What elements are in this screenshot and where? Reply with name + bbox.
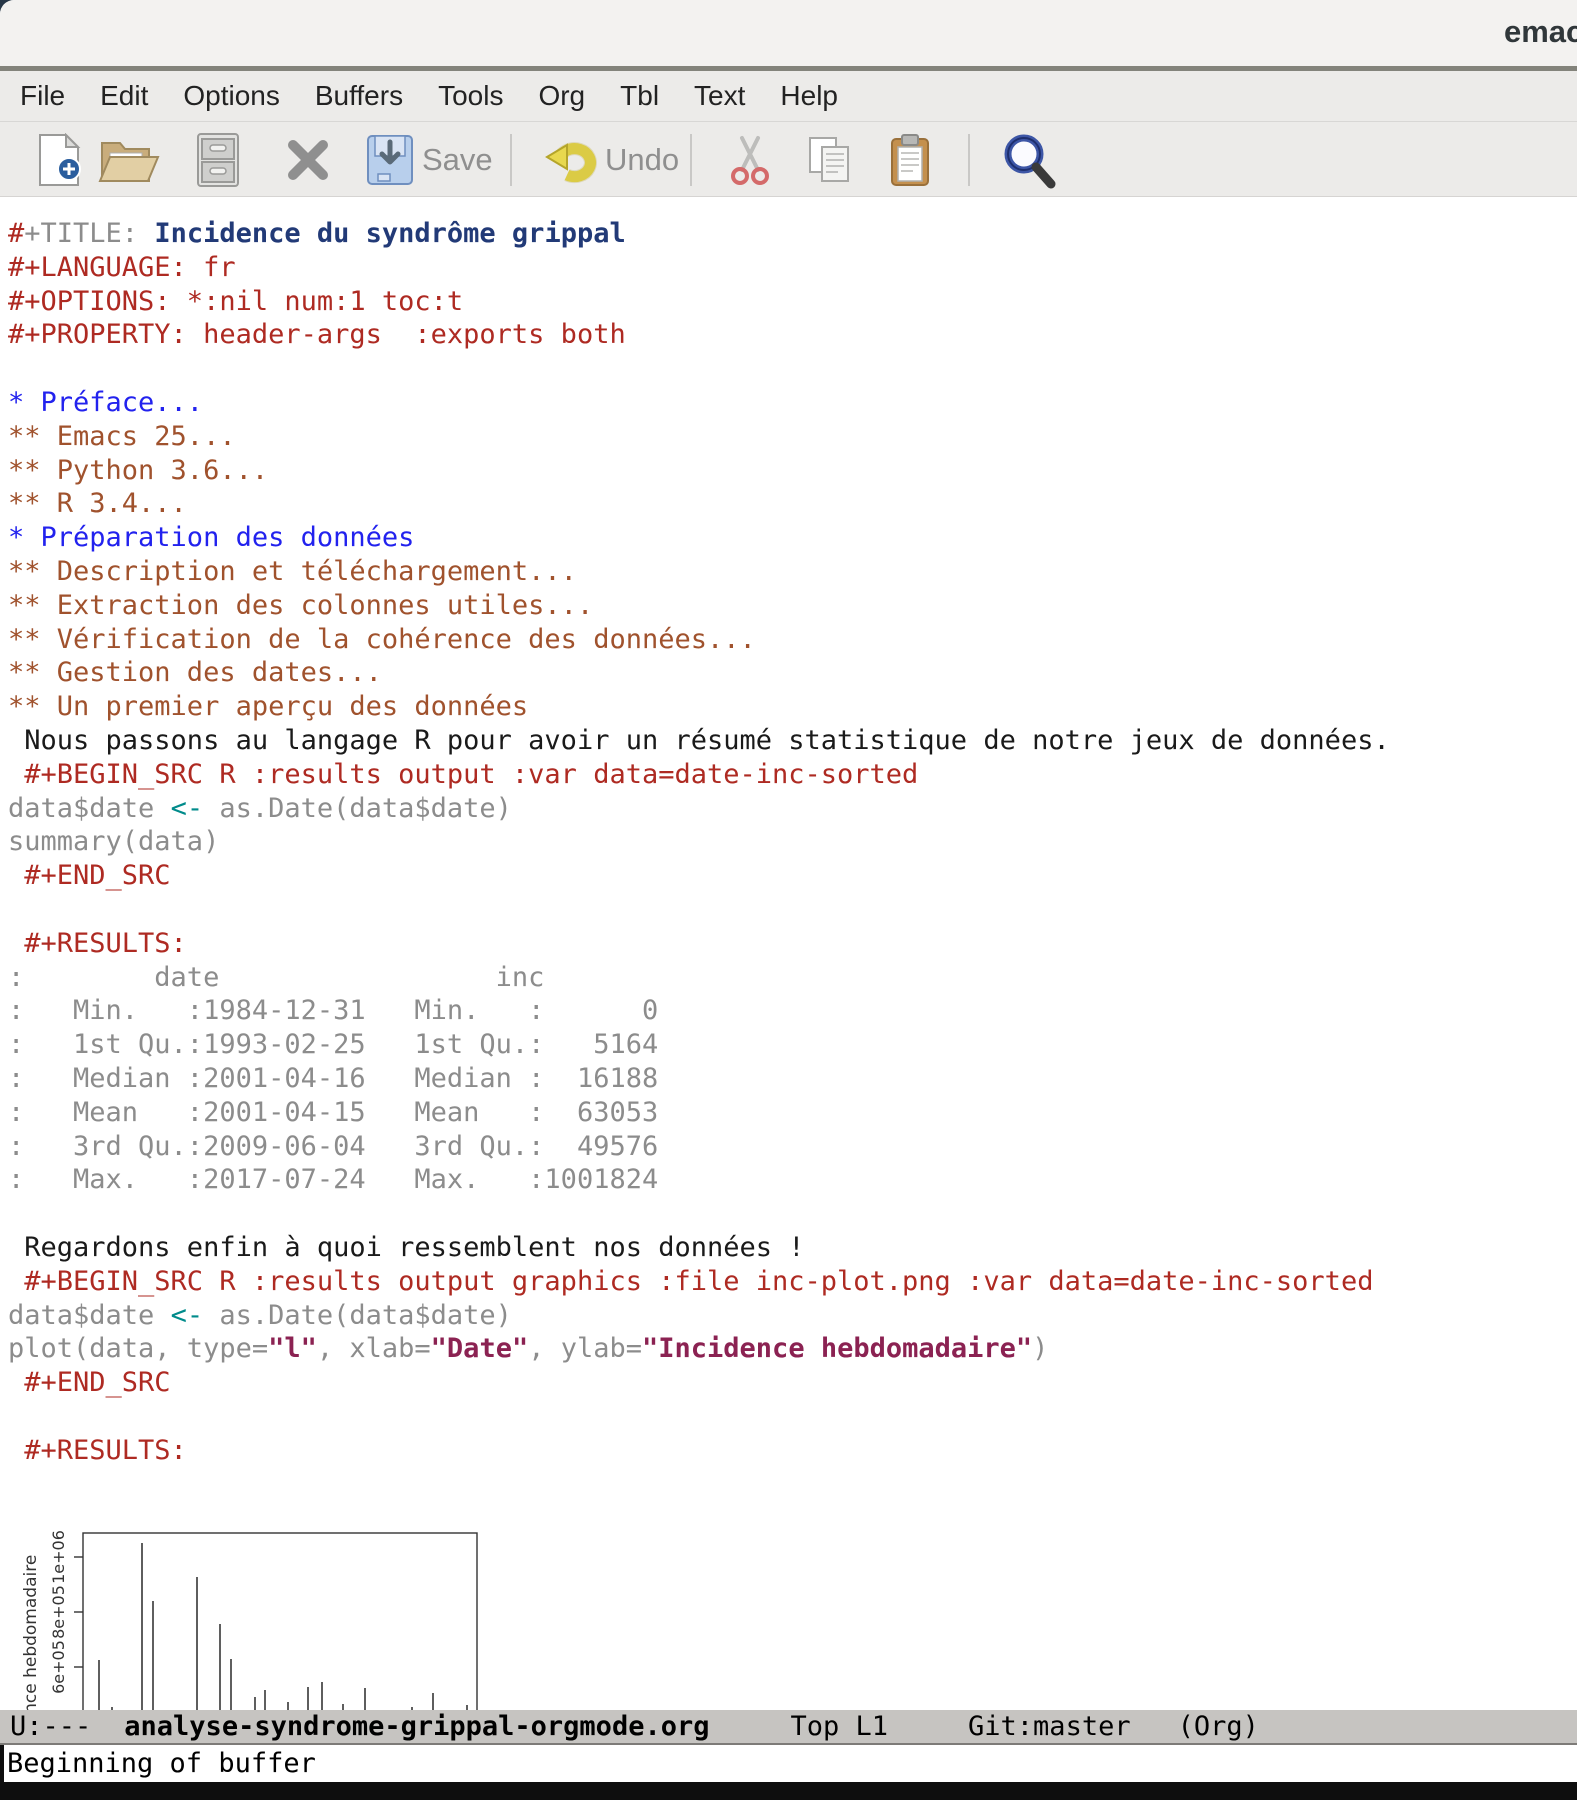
menu-edit[interactable]: Edit bbox=[100, 80, 148, 112]
buffer-line: #+END_SRC bbox=[8, 1366, 1390, 1400]
buffer-line: Regardons enfin à quoi ressemblent nos d… bbox=[8, 1231, 1390, 1265]
buffer-line: #+PROPERTY: header-args :exports both bbox=[8, 318, 1390, 352]
buffer-line: ** Un premier aperçu des données bbox=[8, 690, 1390, 724]
buffer-line: summary(data) bbox=[8, 825, 1390, 859]
open-file-button[interactable] bbox=[98, 122, 162, 198]
buffer-line: : Max. :2017-07-24 Max. :1001824 bbox=[8, 1163, 1390, 1197]
close-buffer-button[interactable] bbox=[283, 122, 333, 198]
buffer-line: ** Emacs 25... bbox=[8, 420, 1390, 454]
save-button[interactable]: Save bbox=[366, 122, 493, 198]
buffer-line: : date inc bbox=[8, 961, 1390, 995]
emacs-window: emacs File Edit Options Buffers Tools Org Tbl T… bbox=[0, 0, 1577, 1782]
copy-icon bbox=[806, 134, 854, 186]
save-button-label: Save bbox=[422, 142, 493, 178]
buffer-window[interactable]: #+TITLE: Incidence du syndrôme grippal#+… bbox=[0, 197, 1577, 1710]
buffer-line: ** Vérification de la cohérence des donn… bbox=[8, 623, 1390, 657]
undo-button-label: Undo bbox=[605, 142, 679, 178]
buffer-line: Nous passons au langage R pour avoir un … bbox=[8, 724, 1390, 758]
buffer-line bbox=[8, 893, 1390, 927]
cut-icon bbox=[728, 134, 772, 186]
menu-tbl[interactable]: Tbl bbox=[620, 80, 659, 112]
buffer-line: #+END_SRC bbox=[8, 859, 1390, 893]
svg-text:1e+06: 1e+06 bbox=[49, 1530, 68, 1584]
modeline-position: Top L1 bbox=[790, 1711, 888, 1742]
buffer-line: ** Extraction des colonnes utiles... bbox=[8, 589, 1390, 623]
tool-bar: Save Undo bbox=[0, 121, 1577, 197]
new-file-icon bbox=[36, 133, 84, 187]
echo-message: Beginning of buffer bbox=[7, 1748, 316, 1779]
mode-line[interactable]: U:--- analyse-syndrome-grippal-orgmode.o… bbox=[0, 1710, 1577, 1745]
undo-icon bbox=[545, 135, 597, 185]
dired-button[interactable] bbox=[192, 122, 244, 198]
modeline-flags: U:--- bbox=[10, 1711, 91, 1742]
menu-options[interactable]: Options bbox=[183, 80, 280, 112]
buffer-text: #+TITLE: Incidence du syndrôme grippal#+… bbox=[8, 217, 1390, 1467]
buffer-line: ** Gestion des dates... bbox=[8, 656, 1390, 690]
menu-text[interactable]: Text bbox=[694, 80, 745, 112]
copy-button[interactable] bbox=[806, 122, 854, 198]
window-titlebar[interactable]: emacs bbox=[0, 0, 1577, 71]
search-button[interactable] bbox=[1000, 122, 1058, 198]
menu-help[interactable]: Help bbox=[780, 80, 838, 112]
undo-button[interactable]: Undo bbox=[545, 122, 679, 198]
svg-text:6e+05: 6e+05 bbox=[49, 1640, 68, 1694]
save-icon bbox=[366, 134, 414, 186]
buffer-line: data$date <- as.Date(data$date) bbox=[8, 1299, 1390, 1333]
modeline-major-mode[interactable]: (Org) bbox=[1178, 1711, 1259, 1742]
buffer-line: : Mean :2001-04-15 Mean : 63053 bbox=[8, 1096, 1390, 1130]
buffer-line: #+LANGUAGE: fr bbox=[8, 251, 1390, 285]
open-folder-icon bbox=[98, 135, 162, 185]
buffer-line: : Min. :1984-12-31 Min. : 0 bbox=[8, 994, 1390, 1028]
window-title: emacs bbox=[1504, 14, 1577, 50]
buffer-line: #+BEGIN_SRC R :results output graphics :… bbox=[8, 1265, 1390, 1299]
paste-button[interactable] bbox=[888, 122, 932, 198]
close-icon bbox=[283, 135, 333, 185]
file-cabinet-icon bbox=[192, 132, 244, 188]
modeline-vc-branch[interactable]: Git:master bbox=[968, 1711, 1131, 1742]
paste-icon bbox=[888, 133, 932, 187]
menu-buffers[interactable]: Buffers bbox=[315, 80, 403, 112]
svg-text:8e+05: 8e+05 bbox=[49, 1585, 68, 1639]
svg-text:Incidence hebdomadaire: Incidence hebdomadaire bbox=[21, 1555, 41, 1710]
menu-bar: File Edit Options Buffers Tools Org Tbl Text Hel… bbox=[0, 71, 1577, 121]
menu-org[interactable]: Org bbox=[538, 80, 585, 112]
buffer-line: ** R 3.4... bbox=[8, 487, 1390, 521]
toolbar-separator bbox=[968, 134, 970, 186]
modeline-buffer-name[interactable]: analyse-syndrome-grippal-orgmode.org bbox=[124, 1711, 709, 1742]
buffer-line: ** Description et téléchargement... bbox=[8, 555, 1390, 589]
menu-tools[interactable]: Tools bbox=[438, 80, 503, 112]
buffer-line: : 1st Qu.:1993-02-25 1st Qu.: 5164 bbox=[8, 1028, 1390, 1062]
menu-file[interactable]: File bbox=[20, 80, 65, 112]
buffer-line: #+OPTIONS: *:nil num:1 toc:t bbox=[8, 285, 1390, 319]
new-file-button[interactable] bbox=[36, 122, 84, 198]
buffer-line bbox=[8, 1197, 1390, 1231]
buffer-line: : Median :2001-04-16 Median : 16188 bbox=[8, 1062, 1390, 1096]
buffer-line: * Préparation des données bbox=[8, 521, 1390, 555]
buffer-line: : 3rd Qu.:2009-06-04 3rd Qu.: 49576 bbox=[8, 1130, 1390, 1164]
inline-results-plot: 1e+068e+056e+05 Incidence hebdomadaire bbox=[20, 1529, 485, 1710]
buffer-line: data$date <- as.Date(data$date) bbox=[8, 792, 1390, 826]
search-icon bbox=[1000, 131, 1058, 189]
buffer-line bbox=[8, 352, 1390, 386]
cut-button[interactable] bbox=[728, 122, 772, 198]
buffer-line: #+TITLE: Incidence du syndrôme grippal bbox=[8, 217, 1390, 251]
buffer-line: ** Python 3.6... bbox=[8, 454, 1390, 488]
toolbar-separator bbox=[690, 134, 692, 186]
toolbar-separator bbox=[510, 134, 512, 186]
buffer-line bbox=[8, 1400, 1390, 1434]
buffer-line: #+RESULTS: bbox=[8, 1434, 1390, 1468]
buffer-line: #+BEGIN_SRC R :results output :var data=… bbox=[8, 758, 1390, 792]
buffer-line: #+RESULTS: bbox=[8, 927, 1390, 961]
buffer-line: * Préface... bbox=[8, 386, 1390, 420]
buffer-line: plot(data, type="l", xlab="Date", ylab="… bbox=[8, 1332, 1390, 1366]
echo-area: Beginning of buffer bbox=[0, 1745, 1577, 1782]
